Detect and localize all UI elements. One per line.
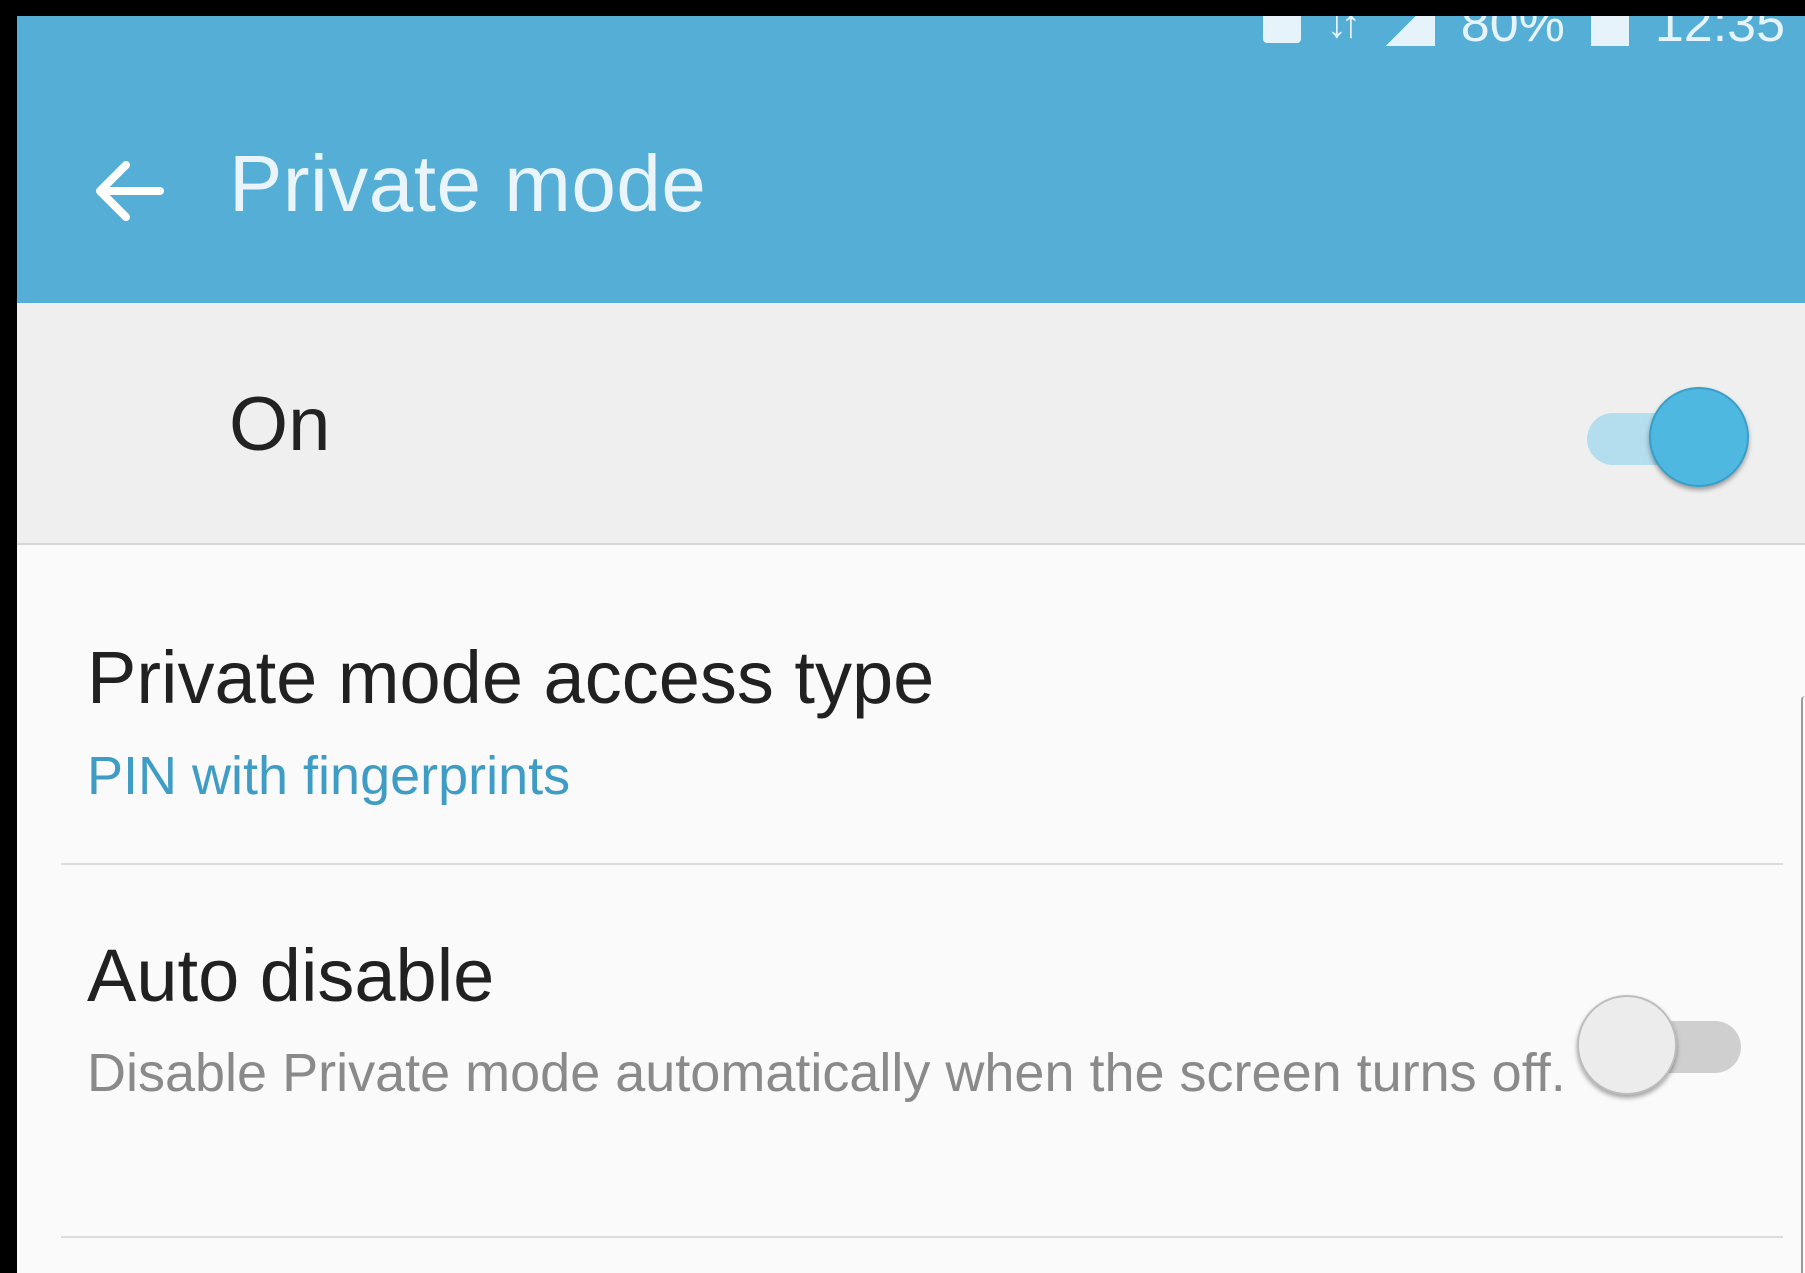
master-switch-label: On [229, 382, 331, 467]
divider [61, 1236, 1783, 1238]
access-type-setting[interactable]: Private mode access type PIN with finger… [17, 545, 1805, 863]
signal-icon [1380, 16, 1435, 46]
setting-summary: Disable Private mode automatically when … [87, 1043, 1566, 1103]
data-transfer-icon: ↓↑ [1326, 16, 1361, 46]
back-arrow-icon [96, 161, 164, 221]
back-button[interactable] [83, 146, 173, 236]
battery-percent: 80% [1460, 16, 1565, 53]
clock: 12:35 [1654, 16, 1785, 53]
private-mode-toggle[interactable] [1579, 387, 1749, 491]
master-switch-row[interactable]: On [17, 303, 1805, 545]
toggle-thumb [1649, 387, 1749, 487]
battery-icon [1590, 16, 1629, 46]
toggle-thumb [1577, 995, 1677, 1095]
screen-edge [1801, 696, 1805, 1273]
page-title: Private mode [229, 139, 707, 228]
status-bar: ↓↑ 80% 12:35 [1262, 16, 1805, 53]
auto-disable-toggle[interactable] [1577, 995, 1747, 1099]
phone-screen: ↓↑ 80% 12:35 Private mode On Private mod… [17, 16, 1805, 1273]
app-bar: ↓↑ 80% 12:35 Private mode [17, 16, 1805, 303]
sim-icon [1262, 16, 1301, 43]
setting-title: Auto disable [87, 934, 495, 1017]
setting-title: Private mode access type [87, 636, 935, 719]
auto-disable-setting[interactable]: Auto disable Disable Private mode automa… [17, 865, 1805, 1235]
setting-summary: PIN with fingerprints [87, 746, 571, 806]
